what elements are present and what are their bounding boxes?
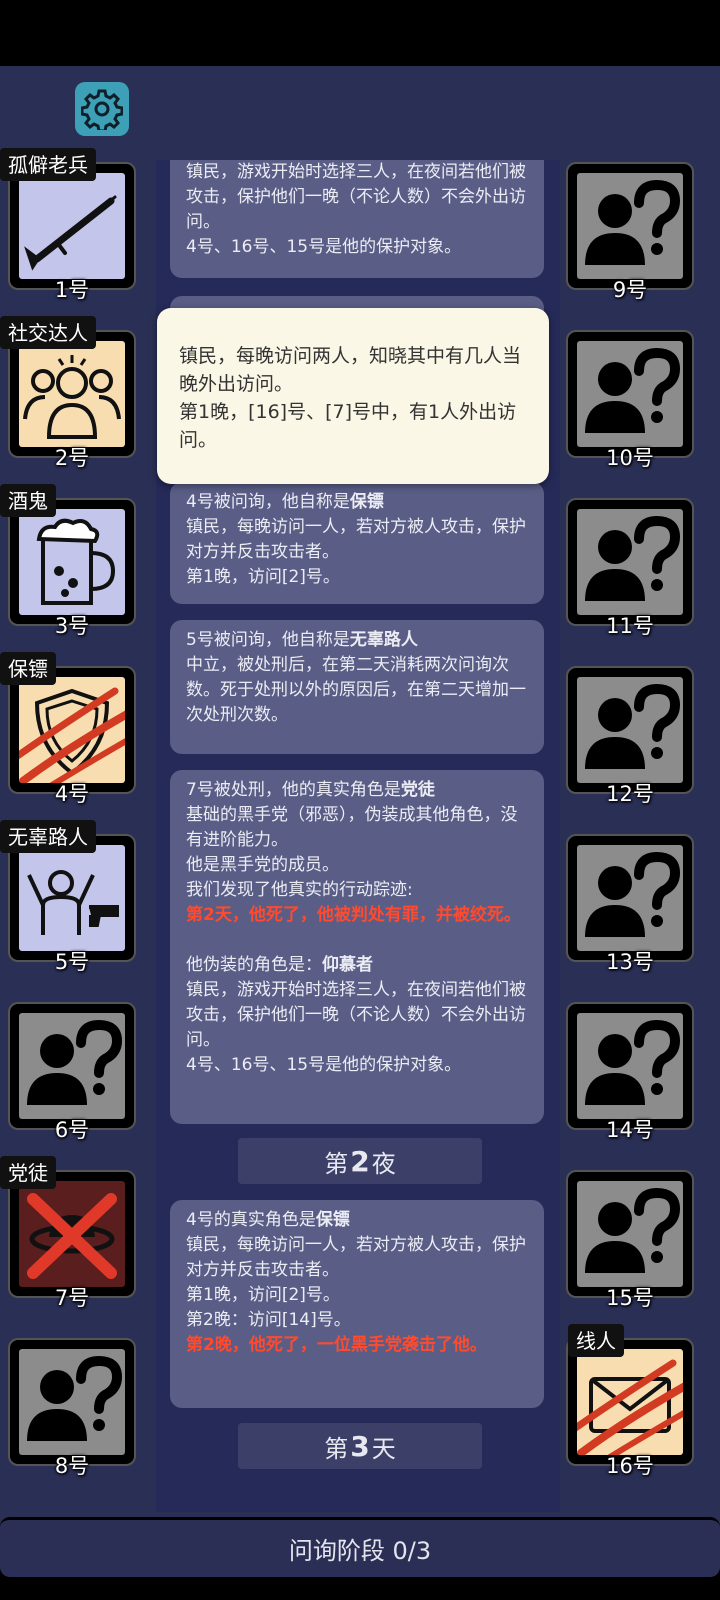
log-head: 他伪装的角色是：	[186, 955, 322, 975]
player-number: 13号	[606, 950, 654, 974]
claw-marks-icon	[19, 677, 125, 783]
settings-button[interactable]	[75, 82, 129, 136]
player-number: 12号	[606, 782, 654, 806]
player-number: 3号	[54, 614, 90, 638]
rifle-icon	[24, 195, 117, 271]
unknown-person-icon	[577, 1181, 683, 1287]
log-role: 无辜路人	[349, 630, 418, 650]
night-banner: 第2夜	[238, 1138, 482, 1184]
log-role: 仰慕者	[322, 955, 373, 975]
log-role: 党徒	[400, 780, 435, 800]
player-slot-7[interactable]: 党徒 7号	[0, 1156, 138, 1310]
unknown-person-icon	[577, 341, 683, 447]
log-card-admirer-partial: 镇民，游戏开始时选择三人，在夜间若他们被攻击，保护他们一晚（不论人数）不会外出访…	[170, 160, 544, 278]
log-text: 中立，被处刑后，在第二天消耗两次问询次数。死于处刑以外的原因后，在第二天增加一次…	[186, 655, 526, 725]
player-slot-5[interactable]: 无辜路人 5号	[0, 820, 138, 974]
role-tag: 党徒	[0, 1156, 56, 1189]
player-slot-2[interactable]: 社交达人 2号	[0, 316, 138, 470]
log-head: 4号的真实角色是	[186, 1210, 316, 1230]
claw-marks-icon	[577, 1349, 683, 1455]
log-text: 镇民，游戏开始时选择三人，在夜间若他们被攻击，保护他们一晚（不论人数）不会外出访…	[186, 162, 526, 257]
player-number: 8号	[54, 1454, 90, 1478]
player-number: 16号	[606, 1454, 654, 1478]
beer-mug-icon	[36, 518, 116, 605]
unknown-person-icon	[577, 1013, 683, 1119]
mafia-hat-icon	[27, 1193, 117, 1279]
player-number: 7号	[54, 1286, 90, 1310]
crowd-icon	[23, 355, 121, 439]
player-number: 14号	[606, 1118, 654, 1142]
log-head: 4号被问询，他自称是	[186, 492, 350, 512]
role-tag: 酒鬼	[0, 484, 56, 517]
player-slot-11[interactable]: 11号	[558, 492, 696, 638]
unknown-person-icon	[577, 509, 683, 615]
player-number: 1号	[54, 278, 90, 302]
player-slot-4[interactable]: 保镖 4号	[0, 652, 138, 806]
day-banner: 第3天	[238, 1423, 482, 1469]
log-text: 镇民，每晚访问一人，若对方被人攻击，保护对方并反击攻击者。 第1晚，访问[2]号…	[186, 1235, 526, 1330]
role-tag: 保镖	[0, 652, 56, 685]
log-role: 保镖	[315, 1210, 350, 1230]
log-card-4-death: 4号的真实角色是保镖 镇民，每晚访问一人，若对方被人攻击，保护对方并反击攻击者。…	[170, 1200, 544, 1408]
log-card-4-claim: 4号被问询，他自称是保镖 镇民，每晚访问一人，若对方被人攻击，保护对方并反击攻击…	[170, 482, 544, 604]
player-number: 6号	[54, 1118, 90, 1142]
log-head: 5号被问询，他自称是	[186, 630, 350, 650]
player-slot-3[interactable]: 酒鬼 3号	[0, 484, 138, 638]
player-number: 11号	[606, 614, 654, 638]
hostage-icon	[27, 870, 119, 935]
player-slot-16[interactable]: 线人 16号	[558, 1324, 696, 1478]
unknown-person-icon	[577, 845, 683, 951]
role-tag: 无辜路人	[0, 820, 96, 853]
player-number: 9号	[612, 278, 648, 302]
phase-status-bar: 问询阶段 0/3	[0, 1517, 720, 1577]
popup-text: 镇民，每晚访问两人，知晓其中有几人当晚外出访问。 第1晚，[16]号、[7]号中…	[179, 345, 522, 451]
role-info-popup[interactable]: 镇民，每晚访问两人，知晓其中有几人当晚外出访问。 第1晚，[16]号、[7]号中…	[157, 308, 549, 484]
player-slot-1[interactable]: 孤僻老兵 1号	[0, 148, 138, 302]
role-tag: 线人	[568, 1324, 624, 1357]
log-text: 基础的黑手党（邪恶），伪装成其他角色，没有进阶能力。 他是黑手党的成员。 我们发…	[186, 805, 518, 900]
player-number: 10号	[606, 446, 654, 470]
screen: 镇民，游戏开始时选择三人，在夜间若他们被攻击，保护他们一晚（不论人数）不会外出访…	[0, 0, 720, 1600]
unknown-person-icon	[19, 1013, 125, 1119]
log-text: 镇民，游戏开始时选择三人，在夜间若他们被攻击，保护他们一晚（不论人数）不会外出访…	[186, 980, 526, 1075]
player-number: 2号	[54, 446, 90, 470]
log-role: 保镖	[349, 492, 384, 512]
role-tag: 孤僻老兵	[0, 148, 96, 181]
player-number: 5号	[54, 950, 90, 974]
player-slot-10[interactable]: 10号	[558, 324, 696, 470]
player-slot-13[interactable]: 13号	[558, 828, 696, 974]
gear-icon	[81, 89, 123, 130]
log-death-text: 第2晚，他死了，一位黑手党袭击了他。	[186, 1335, 487, 1355]
player-slot-8[interactable]: 8号	[0, 1332, 138, 1478]
phase-label: 问询阶段 0/3	[288, 1537, 432, 1565]
player-slot-9[interactable]: 9号	[558, 156, 696, 302]
player-slot-14[interactable]: 14号	[558, 996, 696, 1142]
player-number: 15号	[606, 1286, 654, 1310]
unknown-person-icon	[577, 173, 683, 279]
log-text: 镇民，每晚访问一人，若对方被人攻击，保护对方并反击攻击者。 第1晚，访问[2]号…	[186, 517, 526, 587]
log-card-7-executed: 7号被处刑，他的真实角色是党徒 基础的黑手党（邪恶），伪装成其他角色，没有进阶能…	[170, 770, 544, 1124]
player-number: 4号	[54, 782, 90, 806]
player-slot-12[interactable]: 12号	[558, 660, 696, 806]
player-slot-15[interactable]: 15号	[558, 1164, 696, 1310]
log-card-5-claim: 5号被问询，他自称是无辜路人 中立，被处刑后，在第二天消耗两次问询次数。死于处刑…	[170, 620, 544, 754]
log-death-text: 第2天，他死了，他被判处有罪，并被绞死。	[186, 905, 521, 925]
unknown-person-icon	[19, 1349, 125, 1455]
log-head: 7号被处刑，他的真实角色是	[186, 780, 401, 800]
role-tag: 社交达人	[0, 316, 96, 349]
unknown-person-icon	[577, 677, 683, 783]
player-slot-6[interactable]: 6号	[0, 996, 138, 1142]
